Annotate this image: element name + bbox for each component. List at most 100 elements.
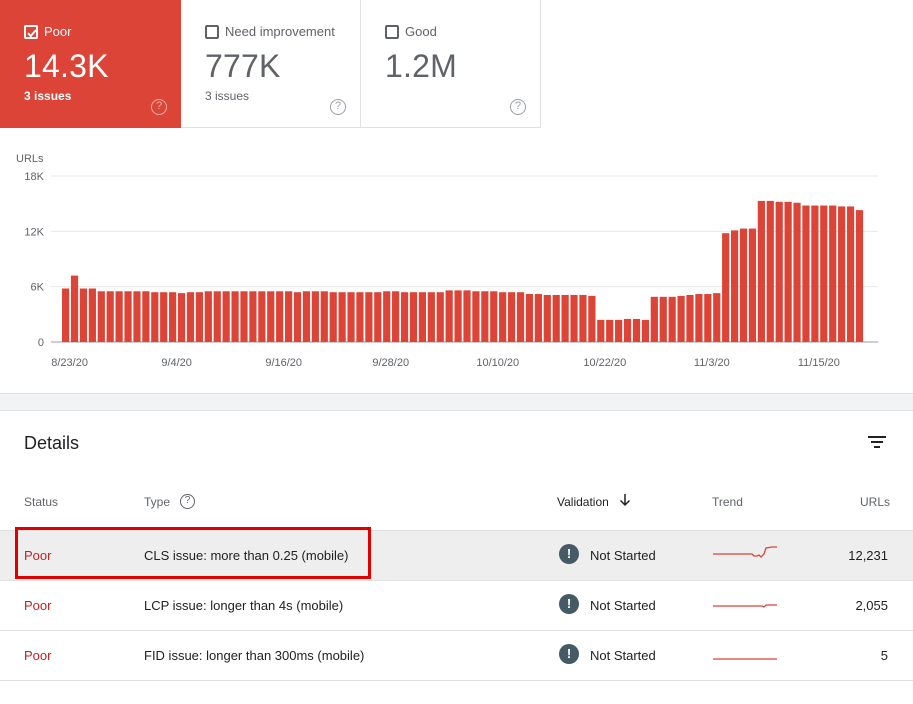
chart-bar[interactable] [829, 205, 837, 342]
chart-bar[interactable] [543, 294, 551, 342]
chart-bar[interactable] [659, 296, 667, 342]
chart-bar[interactable] [213, 291, 221, 342]
chart-bar[interactable] [579, 294, 587, 342]
chart-bar[interactable] [846, 206, 855, 342]
chart-bar[interactable] [508, 292, 516, 342]
chart-bar[interactable] [463, 290, 471, 342]
help-icon[interactable]: ? [510, 99, 526, 115]
chart-bar[interactable] [695, 294, 703, 342]
chart-bar[interactable] [258, 291, 266, 342]
header-type[interactable]: Type [144, 495, 170, 509]
chart-bar[interactable] [472, 291, 480, 342]
chart-bar[interactable] [623, 318, 632, 342]
table-row[interactable]: Poor FID issue: longer than 300ms (mobil… [0, 630, 913, 680]
chart-bar[interactable] [338, 292, 346, 342]
chart-bar[interactable] [70, 275, 79, 342]
chart-bar[interactable] [436, 292, 444, 342]
chart-bar[interactable] [142, 291, 150, 342]
tile-good[interactable]: Good 1.2M ? [361, 0, 541, 128]
chart-bar[interactable] [186, 292, 195, 342]
checkbox-unchecked-icon[interactable] [385, 25, 399, 39]
chart-bar[interactable] [748, 228, 757, 342]
chart-bar[interactable] [418, 292, 426, 342]
chart-bar[interactable] [731, 230, 739, 342]
chart-bar[interactable] [552, 294, 560, 342]
tile-need-improvement[interactable]: Need improvement 777K 3 issues ? [181, 0, 361, 128]
chart-bar[interactable] [151, 292, 159, 342]
chart-bar[interactable] [97, 291, 105, 342]
chart-bar[interactable] [115, 291, 123, 342]
chart-bar[interactable] [650, 296, 658, 342]
chart-bar[interactable] [177, 293, 186, 342]
help-icon[interactable]: ? [151, 99, 167, 115]
chart-bar[interactable] [374, 292, 382, 342]
chart-bar[interactable] [427, 292, 435, 342]
chart-bar[interactable] [222, 291, 230, 342]
chart-bar[interactable] [454, 290, 462, 342]
chart-bar[interactable] [481, 291, 489, 342]
chart-bar[interactable] [267, 291, 275, 342]
chart-bar[interactable] [516, 292, 525, 342]
table-row[interactable]: Poor LCP issue: longer than 4s (mobile) … [0, 580, 913, 630]
chart-bar[interactable] [588, 295, 596, 342]
chart-bar[interactable] [356, 292, 364, 342]
chart-bar[interactable] [641, 319, 649, 342]
chart-bar[interactable] [802, 205, 810, 342]
chart-bar[interactable] [231, 291, 239, 342]
chart-bar[interactable] [570, 294, 578, 342]
chart-bar[interactable] [739, 228, 748, 342]
chart-bar[interactable] [285, 291, 293, 342]
chart-bar[interactable] [713, 293, 721, 342]
chart-bar[interactable] [169, 292, 177, 342]
checkbox-unchecked-icon[interactable] [205, 25, 219, 39]
tile-poor[interactable]: Poor 14.3K 3 issues ? [0, 0, 181, 128]
chart-bar[interactable] [606, 319, 614, 342]
chart-bar[interactable] [347, 292, 355, 342]
chart-bar[interactable] [561, 294, 569, 342]
chart-bar[interactable] [311, 291, 319, 342]
chart-bar[interactable] [838, 206, 846, 342]
chart-bar[interactable] [195, 292, 203, 342]
chart-bar[interactable] [855, 210, 864, 342]
chart-bar[interactable] [784, 201, 792, 342]
chart-bar[interactable] [240, 291, 248, 342]
help-icon[interactable]: ? [330, 99, 346, 115]
header-status[interactable]: Status [24, 495, 58, 509]
filter-icon[interactable] [866, 433, 888, 451]
chart-bar[interactable] [722, 233, 730, 342]
help-icon[interactable]: ? [180, 494, 195, 509]
chart-bar[interactable] [106, 291, 114, 342]
chart-bar[interactable] [757, 200, 765, 342]
chart-bar[interactable] [249, 291, 257, 342]
chart-bar[interactable] [400, 292, 409, 342]
chart-bar[interactable] [329, 292, 337, 342]
chart-bar[interactable] [365, 292, 373, 342]
chart-bar[interactable] [302, 291, 311, 342]
chart-bar[interactable] [392, 291, 400, 342]
chart-bar[interactable] [133, 291, 141, 342]
header-urls[interactable]: URLs [860, 495, 890, 509]
chart-bar[interactable] [677, 295, 685, 342]
chart-bar[interactable] [293, 292, 302, 342]
chart-bar[interactable] [79, 288, 88, 342]
arrow-down-icon[interactable] [619, 493, 631, 507]
chart-bar[interactable] [615, 319, 623, 342]
chart-bar[interactable] [766, 200, 774, 342]
chart-bar[interactable] [597, 319, 605, 342]
chart-bar[interactable] [534, 294, 542, 342]
chart-bar[interactable] [204, 291, 212, 342]
chart-bar[interactable] [811, 205, 819, 342]
chart-bar[interactable] [383, 291, 391, 342]
chart-bar[interactable] [124, 291, 132, 342]
chart-bar[interactable] [686, 294, 694, 342]
header-validation[interactable]: Validation [557, 495, 609, 509]
chart-bar[interactable] [490, 291, 498, 342]
chart-bar[interactable] [704, 294, 712, 342]
chart-bar[interactable] [820, 205, 828, 342]
chart-bar[interactable] [525, 294, 534, 342]
chart-bar[interactable] [320, 291, 328, 342]
chart-bar[interactable] [409, 292, 418, 342]
chart-bar[interactable] [160, 292, 168, 342]
chart-bar[interactable] [668, 296, 676, 342]
chart-bar[interactable] [276, 291, 284, 342]
